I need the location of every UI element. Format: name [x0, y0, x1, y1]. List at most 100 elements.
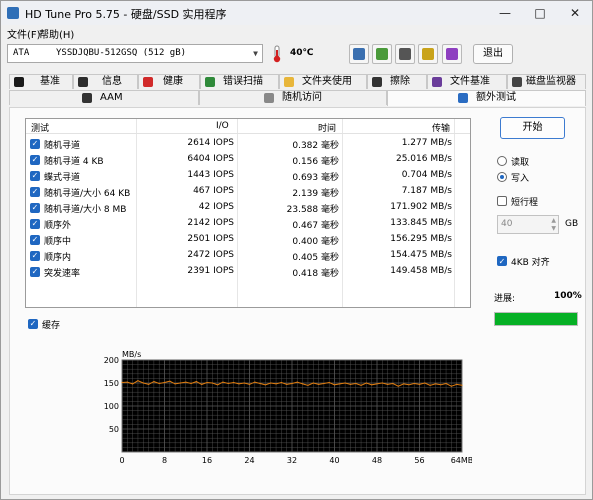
x-tick-label: 48: [372, 456, 382, 465]
row-checkbox[interactable]: ✓: [30, 235, 40, 245]
chart-data-point: [445, 382, 447, 385]
short-stroke-input[interactable]: 40 ▲ ▼: [497, 215, 559, 234]
close-icon[interactable]: ✕: [558, 3, 592, 23]
progress-label: 进展:: [494, 294, 516, 304]
tab-extra-tests[interactable]: 额外测试: [387, 90, 586, 106]
app-window: HD Tune Pro 5.75 - 硬盘/SSD 实用程序 — □ ✕ 文件(…: [0, 0, 593, 500]
chart-data-point: [296, 381, 298, 383]
minimize-icon[interactable]: —: [488, 3, 522, 23]
chart-data-point: [291, 382, 293, 385]
chart-data-point: [227, 382, 229, 385]
tab-health[interactable]: 健康: [138, 74, 200, 89]
write-radio[interactable]: [497, 172, 507, 182]
chart-data-point: [190, 382, 192, 385]
x-tick-label: 0: [119, 456, 124, 465]
table-row[interactable]: ✓ 顺序中 2501 IOPS 0.400 毫秒 156.295 MB/s: [26, 232, 470, 248]
x-tick-label: 32: [287, 456, 297, 465]
cell-transfer: 1.277 MB/s: [401, 138, 452, 148]
tab-info[interactable]: 信息: [73, 74, 138, 89]
save-button[interactable]: [442, 44, 462, 64]
menu-help[interactable]: 帮助(H): [39, 26, 74, 41]
row-checkbox[interactable]: ✓: [30, 251, 40, 261]
tab-aam[interactable]: AAM: [9, 90, 199, 105]
row-checkbox[interactable]: ✓: [30, 155, 40, 165]
cell-time: 0.693 毫秒: [292, 173, 339, 183]
table-row[interactable]: ✓ 蝶式寻道 1443 IOPS 0.693 毫秒 0.704 MB/s: [26, 168, 470, 184]
cell-transfer: 133.845 MB/s: [390, 218, 452, 228]
header-io[interactable]: I/O: [216, 121, 229, 131]
chart-data-point: [163, 381, 166, 384]
row-checkbox[interactable]: ✓: [30, 187, 40, 197]
drive-select[interactable]: ATA YSSDJQBU-512GSQ (512 gB) ▼: [7, 44, 263, 63]
table-row[interactable]: ✓ 随机寻道/大小 8 MB 42 IOPS 23.588 毫秒 171.902 MB/…: [26, 200, 470, 216]
cell-transfer: 25.016 MB/s: [395, 154, 452, 164]
copy-info-button[interactable]: [349, 44, 369, 64]
exit-button[interactable]: 退出: [473, 44, 513, 64]
align-4kb-checkbox[interactable]: ✓: [497, 256, 507, 266]
chart-data-point: [307, 384, 309, 386]
options-button[interactable]: [418, 44, 438, 64]
chart-data-point: [270, 382, 272, 384]
table-row[interactable]: ✓ 顺序内 2472 IOPS 0.405 毫秒 154.475 MB/s: [26, 248, 470, 264]
row-checkbox[interactable]: ✓: [30, 203, 40, 213]
table-row[interactable]: ✓ 突发速率 2391 IOPS 0.418 毫秒 149.458 MB/s: [26, 264, 470, 280]
tab-erase[interactable]: 擦除: [367, 74, 427, 89]
screenshot-button[interactable]: [395, 44, 415, 64]
start-button[interactable]: 开始: [500, 117, 565, 139]
chart-data-point: [259, 382, 261, 385]
row-checkbox[interactable]: ✓: [30, 171, 40, 181]
table-row[interactable]: ✓ 顺序外 2142 IOPS 0.467 毫秒 133.845 MB/s: [26, 216, 470, 232]
chart-data-point: [264, 384, 266, 386]
folder-icon: [284, 77, 294, 87]
header-time[interactable]: 时间: [318, 121, 336, 134]
chart-data-point: [440, 384, 442, 386]
menu-file[interactable]: 文件(F): [7, 26, 41, 41]
tab-error-scan[interactable]: 错误扫描: [200, 74, 279, 89]
cell-test: 随机寻道/大小 64 KB: [44, 189, 131, 199]
chart-data-point: [413, 382, 415, 385]
window-title: HD Tune Pro 5.75 - 硬盘/SSD 实用程序: [25, 8, 227, 21]
chart-data-point: [211, 382, 213, 384]
spin-down-icon[interactable]: ▼: [551, 225, 556, 232]
chart-data-point: [153, 381, 155, 383]
row-checkbox[interactable]: ✓: [30, 219, 40, 229]
row-checkbox[interactable]: ✓: [30, 267, 40, 277]
short-stroke-label: 短行程: [511, 198, 539, 208]
read-radio[interactable]: [497, 156, 507, 166]
tab-folder-usage[interactable]: 文件夹使用: [279, 74, 367, 89]
cache-checkbox[interactable]: ✓: [28, 319, 38, 329]
header-test[interactable]: 测试: [31, 121, 49, 134]
transfer-chart-svg: 50 100 150 200MB/s 0 8 16 24 32 40 48 56 64MB: [104, 350, 474, 465]
tab-benchmark[interactable]: 基准: [9, 74, 73, 89]
random-access-icon: [264, 93, 274, 103]
table-row[interactable]: ✓ 随机寻道 2614 IOPS 0.382 毫秒 1.277 MB/s: [26, 136, 470, 152]
header-transfer[interactable]: 传输: [432, 121, 450, 134]
chart-data-point: [275, 383, 277, 385]
y-axis-label: MB/s: [122, 350, 141, 359]
row-checkbox[interactable]: ✓: [30, 139, 40, 149]
chart-data-point: [121, 381, 123, 384]
tab-disk-monitor[interactable]: 磁盘监视器: [507, 74, 586, 89]
cell-time: 23.588 毫秒: [286, 205, 339, 215]
tab-random-access[interactable]: 随机访问: [199, 90, 387, 105]
cell-test: 顺序中: [44, 237, 72, 247]
maximize-icon[interactable]: □: [523, 3, 557, 23]
chart-data-point: [403, 383, 405, 385]
temperature-value: 40℃: [290, 48, 314, 58]
copy-text-button[interactable]: [372, 44, 392, 64]
read-label: 读取: [511, 158, 530, 168]
chart-data-point: [158, 382, 160, 385]
table-row[interactable]: ✓ 随机寻道/大小 64 KB 467 IOPS 2.139 毫秒 7.187 MB/s: [26, 184, 470, 200]
cell-time: 0.405 毫秒: [292, 253, 339, 263]
cell-time: 0.400 毫秒: [292, 237, 339, 247]
cell-test: 蝶式寻道: [44, 173, 81, 183]
table-row[interactable]: ✓ 随机寻道 4 KB 6404 IOPS 0.156 毫秒 25.016 MB/s: [26, 152, 470, 168]
chart-data-point: [461, 384, 463, 386]
cell-test: 随机寻道 4 KB: [44, 157, 104, 167]
write-label: 写入: [511, 174, 530, 184]
spin-up-icon[interactable]: ▲: [551, 217, 556, 224]
tab-file-benchmark[interactable]: 文件基准: [427, 74, 507, 89]
chart-data-point: [387, 383, 389, 385]
chart-data-point: [424, 382, 426, 384]
short-stroke-checkbox[interactable]: [497, 196, 507, 206]
